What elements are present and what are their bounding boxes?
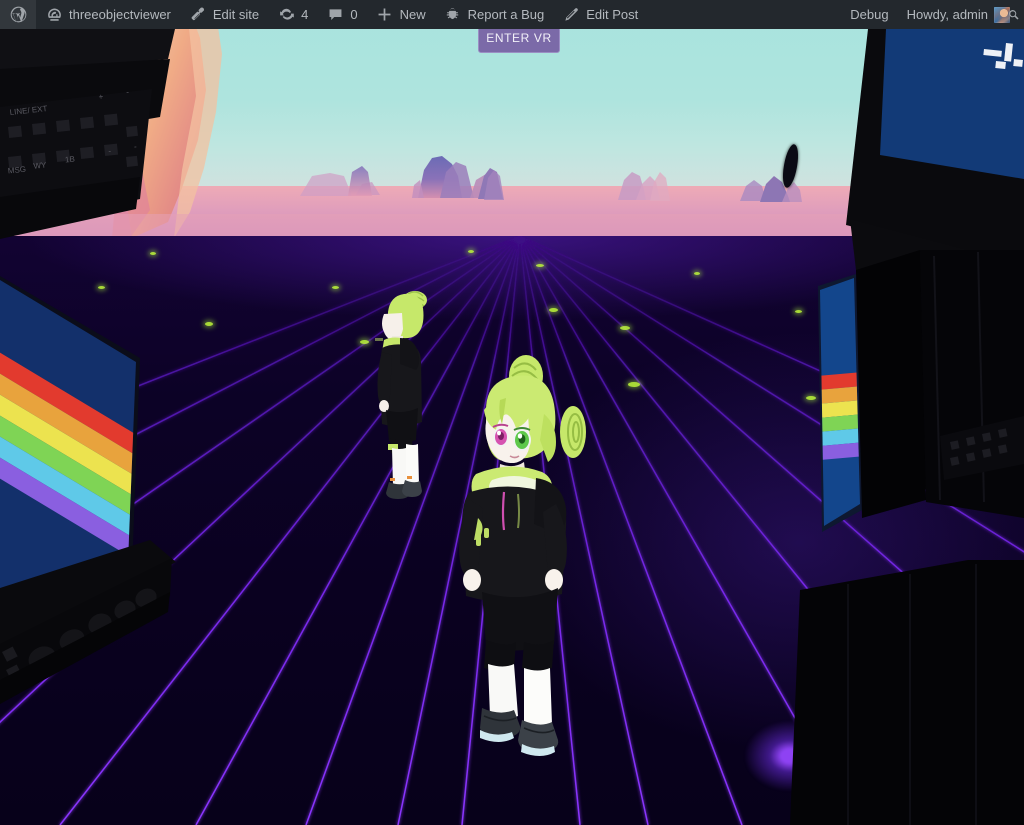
arcade-console-left-top: LINE/ EXT + - MSG WY 1B - - bbox=[0, 29, 175, 239]
admin-bar-item-updates[interactable]: 4 bbox=[268, 0, 317, 29]
svg-text:WY: WY bbox=[33, 160, 47, 170]
hammer-icon bbox=[189, 6, 207, 24]
admin-bar-item-report-a-bug[interactable]: Report a Bug bbox=[435, 0, 554, 29]
admin-bar-comments-count: 0 bbox=[350, 7, 358, 22]
search-icon[interactable] bbox=[1006, 0, 1022, 29]
arcade-console-left-bottom bbox=[0, 540, 176, 704]
three-object-viewer-canvas[interactable]: LINE/ EXT + - MSG WY 1B - - ENTER VR bbox=[0, 0, 1024, 825]
admin-bar-site-name-label: threeobjectviewer bbox=[69, 7, 171, 22]
admin-bar-edit-post-label: Edit Post bbox=[586, 7, 639, 22]
floor-spark bbox=[332, 286, 339, 289]
floor-spark bbox=[360, 340, 369, 344]
plus-icon bbox=[376, 6, 394, 24]
admin-bar-item-new-content[interactable]: New bbox=[367, 0, 435, 29]
floor-spark bbox=[205, 322, 213, 326]
admin-bar-report-bug-label: Report a Bug bbox=[467, 7, 545, 22]
wordpress-admin-bar: threeobjectviewer Edit site 4 0 New Repo… bbox=[0, 0, 1024, 29]
svg-text:1B: 1B bbox=[65, 154, 76, 164]
admin-bar-howdy-label: Howdy, admin bbox=[906, 7, 988, 22]
admin-bar-debug-label: Debug bbox=[850, 7, 889, 22]
floor-spark bbox=[549, 308, 558, 312]
admin-bar-item-debug[interactable]: Debug bbox=[841, 0, 897, 29]
admin-bar-spacer bbox=[647, 0, 841, 29]
floor-spark bbox=[468, 250, 474, 253]
update-arrows-icon bbox=[277, 6, 295, 24]
admin-bar-item-edit-site[interactable]: Edit site bbox=[180, 0, 268, 29]
admin-bar-item-wp-logo[interactable] bbox=[0, 0, 36, 29]
pencil-icon bbox=[562, 6, 580, 24]
wordpress-logo-icon bbox=[9, 6, 27, 24]
bug-icon bbox=[444, 6, 462, 24]
arcade-cabinet-right-bottom bbox=[790, 560, 1024, 825]
admin-bar-item-comments[interactable]: 0 bbox=[317, 0, 366, 29]
admin-bar-edit-site-label: Edit site bbox=[212, 7, 260, 22]
floor-spark bbox=[620, 326, 630, 330]
admin-bar-updates-count: 4 bbox=[301, 7, 309, 22]
svg-text:MSG: MSG bbox=[7, 165, 26, 176]
admin-bar-item-edit-post[interactable]: Edit Post bbox=[553, 0, 647, 29]
floor-spark bbox=[536, 264, 544, 267]
dashboard-icon bbox=[45, 6, 63, 24]
floor-spark bbox=[694, 272, 700, 275]
comment-bubble-icon bbox=[326, 6, 344, 24]
admin-bar-new-label: New bbox=[399, 7, 426, 22]
arcade-cabinet-right-nyan bbox=[818, 250, 1024, 532]
admin-bar-item-site-name[interactable]: threeobjectviewer bbox=[36, 0, 180, 29]
avatar-main[interactable] bbox=[440, 352, 630, 792]
